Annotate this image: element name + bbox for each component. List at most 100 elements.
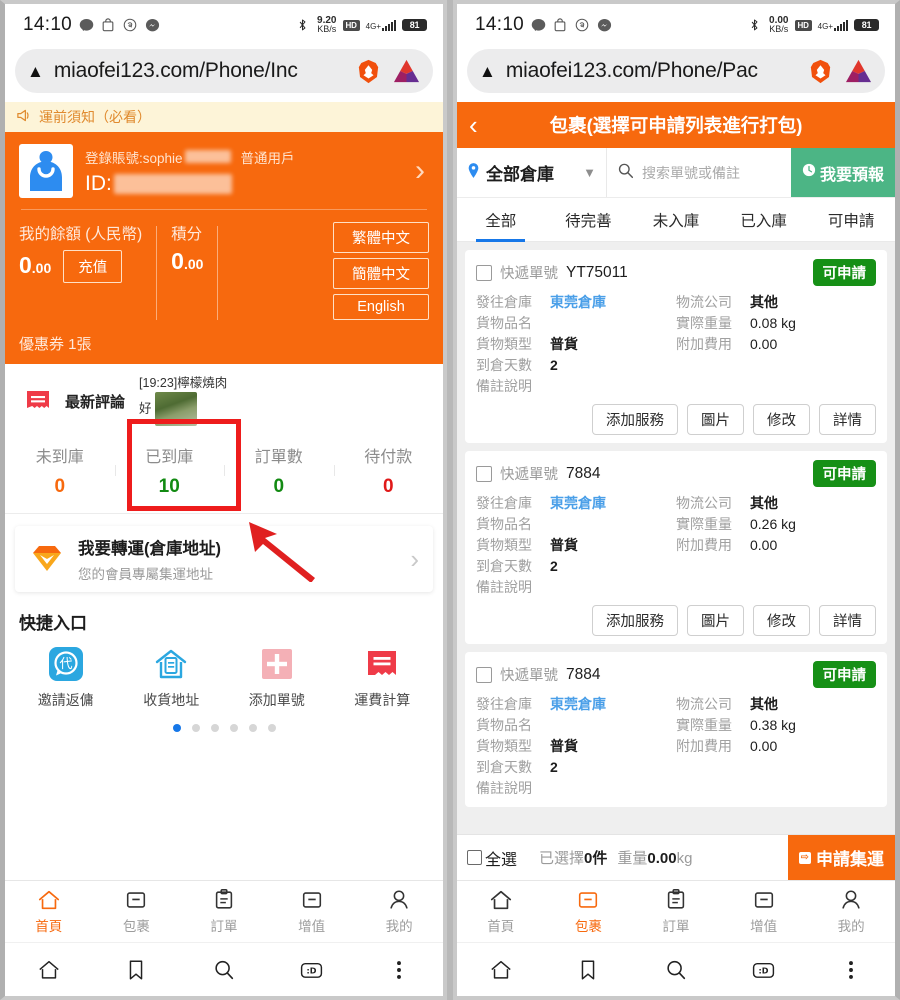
browser-menu-button[interactable] <box>807 958 895 982</box>
field-warehouse: 發往倉庫 東莞倉庫 <box>476 493 676 514</box>
carousel-dot-2[interactable] <box>191 724 200 732</box>
forecast-button[interactable]: 我要預報 <box>790 148 895 197</box>
field-value[interactable]: 東莞倉庫 <box>550 292 606 313</box>
svg-text::D: :D <box>307 965 317 975</box>
quick-item-label: 添加單號 <box>248 692 305 708</box>
action-details[interactable]: 詳情 <box>819 605 876 636</box>
package-checkbox[interactable] <box>476 465 492 482</box>
coupon-text[interactable]: 優惠券 1張 <box>19 320 429 354</box>
browser-home-button[interactable] <box>457 958 545 982</box>
package-card[interactable]: 快遞單號 YT75011 可申請 發往倉庫 東莞倉庫 貨物品名 貨物類型 普貨 到倉… <box>465 250 887 443</box>
network-type: 4G+ <box>365 21 381 31</box>
brave-lion-icon[interactable] <box>355 58 382 85</box>
user-orange-card: 登錄賬號:sophie 普通用戶 ID: › 我的餘額 (人民幣) 0.00 充… <box>5 132 443 364</box>
filter-tab-not-stocked[interactable]: 未入庫 <box>632 198 720 241</box>
topup-button[interactable]: 充值 <box>63 250 123 283</box>
quick-item-freight-calc[interactable]: 運費計算 <box>330 645 436 710</box>
notice-banner[interactable]: 運前須知（必看） <box>5 102 443 132</box>
quick-item-add-tracking[interactable]: 添加單號 <box>224 645 330 710</box>
bat-triangle-icon[interactable] <box>392 58 421 85</box>
select-all-label[interactable]: 全選 <box>485 846 517 870</box>
carousel-dot-3[interactable] <box>210 724 219 732</box>
chevron-down-icon[interactable]: ▼ <box>583 165 596 180</box>
action-add-service[interactable]: 添加服務 <box>592 605 678 636</box>
package-fields: 發往倉庫 東莞倉庫 貨物品名 貨物類型 普貨 到倉天數 2 備註說明 物流公司 其他 實… <box>476 286 876 397</box>
app-tab-home[interactable]: 首頁 <box>5 881 93 942</box>
quick-item-address[interactable]: 收貨地址 <box>119 645 225 710</box>
package-list[interactable]: 快遞單號 YT75011 可申請 發往倉庫 東莞倉庫 貨物品名 貨物類型 普貨 到倉… <box>457 242 895 834</box>
transfer-arrow[interactable]: › <box>410 546 419 572</box>
carousel-dot-1[interactable] <box>172 724 181 732</box>
app-tab-package[interactable]: 包裹 <box>93 881 181 942</box>
filter-tab-all[interactable]: 全部 <box>457 198 545 242</box>
browser-menu-button[interactable] <box>355 958 443 982</box>
apply-consolidation-button[interactable]: ⇨ 申請集運 <box>787 834 895 881</box>
stat-cell-unpaid[interactable]: 待付款 0 <box>333 443 444 498</box>
comment-photo-thumb[interactable] <box>154 391 197 426</box>
app-tab-package[interactable]: 包裹 <box>545 881 633 942</box>
quick-item-commission[interactable]: 代 邀請返傭 <box>13 645 119 710</box>
browser-rewards-button[interactable]: :D <box>720 958 808 982</box>
carousel-dot-4[interactable] <box>229 724 238 732</box>
back-chevron-icon[interactable]: ‹ <box>469 112 499 138</box>
app-tab-value-added[interactable]: 增值 <box>720 881 808 942</box>
latest-comment-title: 最新評論 <box>65 393 126 411</box>
url-text-right[interactable]: miaofei123.com/Phone/Pac <box>506 59 797 83</box>
url-bar-left[interactable]: ▲ miaofei123.com/Phone/Inc <box>15 49 433 93</box>
url-text-left[interactable]: miaofei123.com/Phone/Inc <box>54 59 345 83</box>
app-tab-home[interactable]: 首頁 <box>457 881 545 942</box>
stat-cell-arrived[interactable]: 已到庫 10 <box>114 443 225 498</box>
filter-tab-stocked[interactable]: 已入庫 <box>720 198 808 241</box>
package-checkbox[interactable] <box>476 666 492 683</box>
browser-home-button[interactable] <box>5 958 93 982</box>
user-avatar-icon[interactable] <box>19 144 73 198</box>
select-all-checkbox[interactable] <box>467 850 482 865</box>
lang-button-traditional[interactable]: 繁體中文 <box>333 222 429 253</box>
search-input[interactable]: 搜索單號或備註 <box>607 148 791 197</box>
browser-search-button[interactable] <box>180 958 268 982</box>
browser-search-button[interactable] <box>632 958 720 982</box>
package-checkbox[interactable] <box>476 264 492 281</box>
carousel-dot-6[interactable] <box>267 724 276 732</box>
latest-comment-card[interactable]: 最新評論 [19:23]檸檬燒肉 好 <box>13 374 435 428</box>
transfer-warehouse-card[interactable]: 我要轉運(倉庫地址) 您的會員專屬集運地址 › <box>15 526 433 592</box>
warehouse-selector[interactable]: 全部倉庫 ▼ <box>457 148 607 197</box>
browser-bookmark-button[interactable] <box>93 958 181 982</box>
package-card[interactable]: 快遞單號 7884 可申請 發往倉庫 東莞倉庫 貨物品名 貨物類型 普貨 到倉天數 2… <box>465 451 887 644</box>
app-tab-label: 訂單 <box>662 919 690 934</box>
browser-bookmark-button[interactable] <box>545 958 633 982</box>
action-modify[interactable]: 修改 <box>753 605 810 636</box>
action-details[interactable]: 詳情 <box>819 404 876 435</box>
quick-entry-grid: 代 邀請返傭 收貨地址 添加單號 運費計算 <box>5 634 443 710</box>
brave-lion-icon[interactable] <box>807 58 834 85</box>
lang-button-english[interactable]: English <box>333 294 429 320</box>
field-value: 普貨 <box>550 537 578 553</box>
app-tab-orders[interactable]: 訂單 <box>632 881 720 942</box>
action-images[interactable]: 圖片 <box>687 605 744 636</box>
action-images[interactable]: 圖片 <box>687 404 744 435</box>
app-tab-mine[interactable]: 我的 <box>807 881 895 942</box>
app-tab-mine[interactable]: 我的 <box>355 881 443 942</box>
bat-triangle-icon[interactable] <box>844 58 873 85</box>
app-tab-value-added[interactable]: 增值 <box>268 881 356 942</box>
weight-unit: kg <box>676 850 693 867</box>
bluetooth-icon <box>748 18 763 33</box>
filter-tab-pending[interactable]: 待完善 <box>545 198 633 241</box>
field-value[interactable]: 東莞倉庫 <box>550 493 606 514</box>
user-row[interactable]: 登錄賬號:sophie 普通用戶 ID: › <box>19 144 429 198</box>
stat-cell-not-arrived[interactable]: 未到庫 0 <box>5 443 115 498</box>
field-key: 發往倉庫 <box>476 495 532 511</box>
url-bar-right[interactable]: ▲ miaofei123.com/Phone/Pac <box>467 49 885 93</box>
lang-button-simplified[interactable]: 簡體中文 <box>333 258 429 289</box>
right-phone-screen: 14:10 0.00 KB/s HD 4G+ 81 ▲ miaofei123.c… <box>453 0 900 1000</box>
action-add-service[interactable]: 添加服務 <box>592 404 678 435</box>
app-tab-orders[interactable]: 訂單 <box>180 881 268 942</box>
filter-tab-applicable[interactable]: 可申請 <box>807 198 895 241</box>
stat-cell-orders[interactable]: 訂單數 0 <box>224 443 334 498</box>
user-card-arrow[interactable]: › <box>415 156 429 186</box>
action-modify[interactable]: 修改 <box>753 404 810 435</box>
package-card[interactable]: 快遞單號 7884 可申請 發往倉庫 東莞倉庫 貨物品名 貨物類型 普貨 到倉天數 2… <box>465 652 887 807</box>
carousel-dot-5[interactable] <box>248 724 257 732</box>
browser-rewards-button[interactable]: :D <box>268 958 356 982</box>
field-value[interactable]: 東莞倉庫 <box>550 694 606 715</box>
